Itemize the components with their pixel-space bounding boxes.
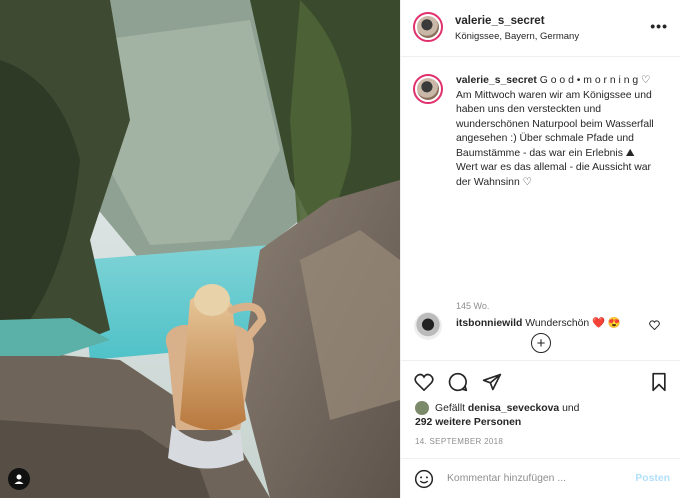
smiley-icon — [414, 469, 434, 489]
comment-input[interactable]: Kommentar hinzufügen ... — [447, 473, 566, 484]
liked-by-suffix: und — [562, 402, 580, 414]
comment-text: Wunderschön ❤️ 😍 — [525, 318, 621, 329]
post-date: 14. SEPTEMBER 2018 — [415, 437, 504, 446]
emoji-button[interactable] — [414, 469, 434, 489]
post-actions: Gefällt denisa_seveckova und 292 weitere… — [401, 360, 680, 446]
author-username[interactable]: valerie_s_secret — [455, 15, 545, 27]
post-location[interactable]: Königssee, Bayern, Germany — [455, 31, 579, 42]
likes-summary: Gefällt denisa_seveckova und 292 weitere… — [415, 401, 579, 430]
save-button[interactable] — [648, 371, 670, 393]
heart-outline-icon — [649, 320, 660, 331]
paper-plane-icon — [482, 373, 502, 391]
comment-input-row: Kommentar hinzufügen ... Posten — [401, 458, 680, 499]
comment-button[interactable] — [447, 371, 469, 393]
like-comment-button[interactable] — [649, 320, 660, 333]
caption-avatar[interactable] — [413, 74, 443, 104]
liked-by-prefix: Gefällt — [435, 402, 466, 414]
plus-icon: + — [536, 334, 546, 352]
bookmark-icon — [652, 372, 666, 392]
caption-username[interactable]: valerie_s_secret — [456, 75, 537, 86]
more-options-button[interactable]: ••• — [650, 18, 668, 34]
caption-timestamp: 145 Wo. — [456, 301, 490, 311]
comment-bubble-icon — [448, 372, 468, 392]
like-button[interactable] — [413, 371, 435, 393]
photo-scene — [0, 0, 400, 498]
other-likes-link[interactable]: 292 weitere Personen — [415, 417, 521, 428]
post-side-panel: valerie_s_secret Königssee, Bayern, Germ… — [400, 0, 680, 498]
post-header: valerie_s_secret Königssee, Bayern, Germ… — [401, 0, 680, 57]
load-more-comments-button[interactable]: + — [531, 333, 551, 353]
post-comment-button[interactable]: Posten — [635, 473, 670, 484]
heart-icon — [414, 373, 434, 391]
liked-by-username[interactable]: denisa_seveckova — [468, 403, 559, 414]
comment-content: itsbonniewild Wunderschön ❤️ 😍 — [456, 316, 646, 331]
caption-text: G o o d • m o r n i n g ♡ Am Mittwoch wa… — [456, 75, 654, 188]
share-button[interactable] — [481, 371, 503, 393]
commenter-avatar[interactable] — [414, 312, 442, 340]
user-icon — [14, 474, 24, 484]
instagram-post: valerie_s_secret Königssee, Bayern, Germ… — [0, 0, 680, 498]
tagged-user-button[interactable] — [8, 468, 30, 490]
caption-content: valerie_s_secret G o o d • m o r n i n g… — [456, 74, 666, 190]
post-photo[interactable] — [0, 0, 400, 498]
liker-avatar[interactable] — [415, 401, 429, 415]
author-avatar[interactable] — [413, 12, 443, 42]
commenter-username[interactable]: itsbonniewild — [456, 318, 522, 329]
